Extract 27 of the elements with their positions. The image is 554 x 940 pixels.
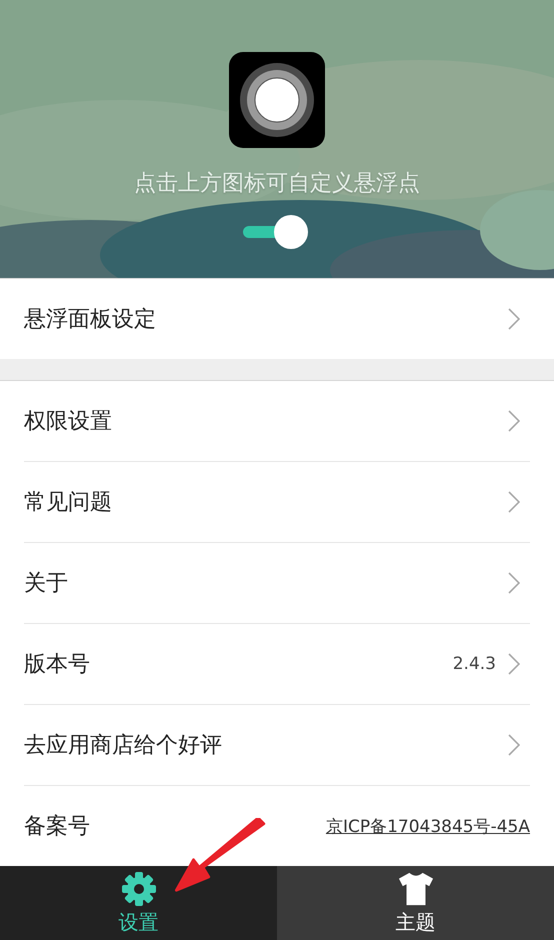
row-label: 去应用商店给个好评	[24, 732, 222, 760]
settings-row[interactable]: 悬浮面板设定	[24, 278, 530, 359]
chevron-right-icon	[508, 491, 520, 514]
row-label: 常见问题	[24, 489, 112, 518]
shirt-icon	[398, 870, 434, 907]
chevron-right-icon	[508, 308, 520, 330]
row-label: 权限设置	[24, 408, 112, 436]
chevron-right-icon	[508, 734, 520, 756]
gear-icon	[120, 870, 156, 907]
row-label: 版本号	[24, 651, 90, 680]
settings-row[interactable]: 权限设置	[24, 381, 530, 462]
settings-row[interactable]: 常见问题	[24, 462, 530, 544]
chevron-right-icon	[508, 572, 520, 594]
tab[interactable]: 主题	[277, 866, 554, 940]
record-link[interactable]: 京ICP备17043845号-45A	[326, 814, 530, 838]
row-label: 备案号	[24, 813, 90, 842]
tab[interactable]: 设置	[0, 866, 277, 940]
settings-row[interactable]: 关于	[24, 543, 530, 624]
row-label: 关于	[24, 570, 68, 598]
settings-row[interactable]: 备案号 京ICP备17043845号-45A	[24, 786, 530, 866]
chevron-right-icon	[508, 410, 520, 432]
version-value: 2.4.3	[452, 654, 496, 674]
row-label: 悬浮面板设定	[24, 306, 156, 334]
settings-row[interactable]: 版本号 2.4.3	[24, 624, 530, 706]
settings-row[interactable]: 去应用商店给个好评	[24, 705, 530, 786]
chevron-right-icon	[508, 653, 520, 676]
hint-text: 点击上方图标可自定义悬浮点	[134, 170, 420, 198]
